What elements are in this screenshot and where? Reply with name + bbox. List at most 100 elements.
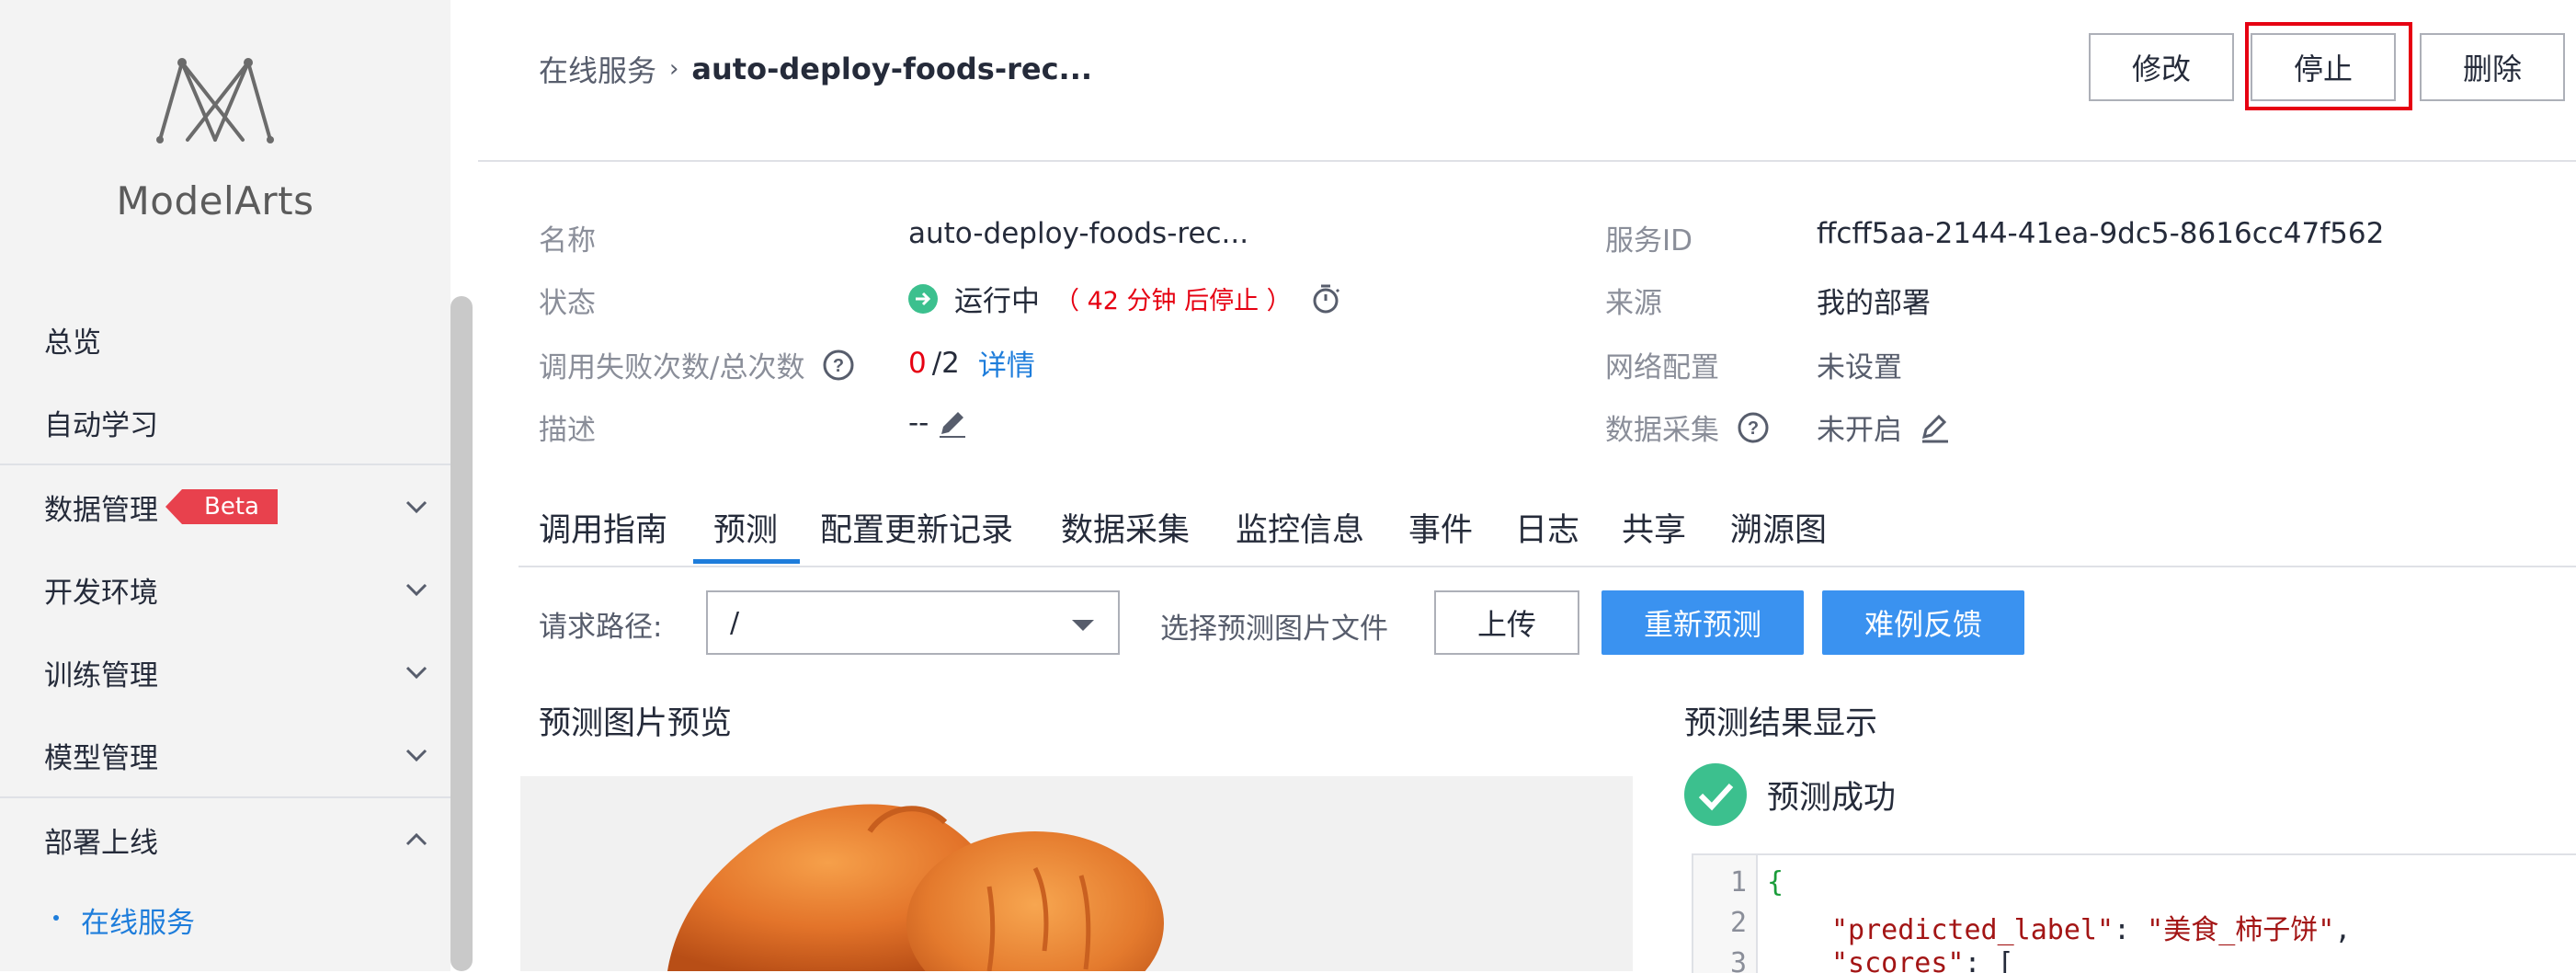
upload-button[interactable]: 上传 xyxy=(1434,590,1579,655)
code-line: "predicted_label": "美食_柿子饼", xyxy=(1831,907,2351,947)
tab-lineage[interactable]: 溯源图 xyxy=(1730,504,1827,551)
description-row: -- xyxy=(908,406,969,440)
active-dot xyxy=(53,915,59,921)
hard-example-feedback-button[interactable]: 难例反馈 xyxy=(1822,590,2024,655)
json-colon: : xyxy=(2114,914,2148,946)
name-label: 名称 xyxy=(539,224,596,258)
sidebar-scrollbar[interactable] xyxy=(450,296,473,971)
code-line: "scores": [ xyxy=(1831,947,2014,973)
description-value: -- xyxy=(908,406,929,440)
chevron-down-icon[interactable] xyxy=(401,491,432,522)
sidebar-item-label: 数据管理 xyxy=(44,493,158,527)
calls-label: 调用失败次数/总次数 xyxy=(539,351,805,384)
modelarts-logo xyxy=(154,57,276,143)
json-value: "美食_柿子饼" xyxy=(2147,914,2335,946)
json-comma: , xyxy=(2334,914,2352,946)
data-collection-value: 未开启 xyxy=(1817,414,1902,447)
source-value: 我的部署 xyxy=(1817,287,1931,320)
sidebar-item-dev-environment[interactable]: 开发环境 xyxy=(0,548,450,631)
line-number: 1 xyxy=(1729,866,1747,899)
running-icon xyxy=(908,283,938,314)
preview-title: 预测图片预览 xyxy=(539,705,733,742)
timer-icon[interactable] xyxy=(1310,283,1341,315)
sidebar-subitem-label: 在线服务 xyxy=(81,907,195,940)
status-text: 运行中 xyxy=(954,285,1040,318)
prediction-image-preview xyxy=(520,776,1633,971)
data-collection-label: 数据采集 xyxy=(1605,414,1719,447)
tab-config-history[interactable]: 配置更新记录 xyxy=(820,504,1013,551)
sidebar-item-label: 开发环境 xyxy=(44,576,158,610)
breadcrumb-parent[interactable]: 在线服务 xyxy=(539,48,656,90)
sidebar-item-deployment[interactable]: 部署上线 xyxy=(0,798,450,881)
delete-button[interactable]: 删除 xyxy=(2420,33,2565,101)
service-id-label: 服务ID xyxy=(1605,224,1693,258)
code-line: { xyxy=(1767,866,1784,899)
success-check-icon xyxy=(1684,763,1747,826)
tab-share[interactable]: 共享 xyxy=(1622,504,1686,551)
tab-data-collection[interactable]: 数据采集 xyxy=(1061,504,1190,551)
sidebar: ModelArts 总览 自动学习 数据管理 Beta 开发环境 训练管理 模型… xyxy=(0,0,450,971)
calls-detail-link[interactable]: 详情 xyxy=(978,342,1035,383)
file-select-label: 选择预测图片文件 xyxy=(1160,612,1388,646)
help-icon[interactable]: ? xyxy=(1738,412,1769,443)
json-bracket: [ xyxy=(1997,947,2014,973)
line-number: 3 xyxy=(1729,947,1747,973)
tab-predict[interactable]: 预测 xyxy=(713,504,778,551)
edit-button[interactable]: 修改 xyxy=(2089,33,2234,101)
caret-down-icon xyxy=(1072,620,1094,631)
result-json-viewer[interactable]: 1 2 3 { "predicted_label": "美食_柿子饼", "sc… xyxy=(1692,853,2576,973)
brand-name: ModelArts xyxy=(116,178,314,223)
help-icon[interactable]: ? xyxy=(823,349,854,381)
json-key: "scores" xyxy=(1831,947,1965,973)
tab-call-guide[interactable]: 调用指南 xyxy=(539,504,667,551)
json-key: "predicted_label" xyxy=(1831,914,2114,946)
sidebar-item-label: 模型管理 xyxy=(44,741,158,775)
data-collection-row: 未开启 xyxy=(1817,406,1952,448)
status-label: 状态 xyxy=(539,287,596,320)
tabs-divider xyxy=(519,566,2576,567)
line-number: 2 xyxy=(1729,907,1747,939)
prediction-status: 预测成功 xyxy=(1684,763,1896,826)
tab-events[interactable]: 事件 xyxy=(1408,504,1473,551)
breadcrumb-separator-icon: › xyxy=(669,55,679,83)
sidebar-item-label: 总览 xyxy=(44,326,101,360)
active-tab-indicator xyxy=(693,559,800,564)
edit-pencil-icon[interactable] xyxy=(1919,411,1952,444)
header-divider xyxy=(478,160,2576,162)
repredict-button[interactable]: 重新预测 xyxy=(1601,590,1804,655)
stop-button-highlight xyxy=(2245,22,2412,110)
tab-logs[interactable]: 日志 xyxy=(1515,504,1579,551)
json-colon: : xyxy=(1964,947,1998,973)
calls-failed: 0 xyxy=(908,346,927,380)
edit-pencil-icon[interactable] xyxy=(936,406,969,440)
chevron-down-icon[interactable] xyxy=(401,657,432,688)
network-label: 网络配置 xyxy=(1605,351,1719,384)
data-collection-label-row: 数据采集 ? xyxy=(1605,406,1769,448)
request-path-label: 请求路径: xyxy=(539,611,663,644)
sidebar-item-data-management[interactable]: 数据管理 Beta xyxy=(0,465,450,548)
sidebar-item-model-management[interactable]: 模型管理 xyxy=(0,714,450,796)
network-value: 未设置 xyxy=(1817,351,1902,384)
chevron-up-icon[interactable] xyxy=(401,824,432,855)
breadcrumb-current: auto-deploy-foods-rec... xyxy=(691,52,1093,86)
request-path-value: / xyxy=(730,607,740,639)
svg-text:?: ? xyxy=(833,356,844,376)
calls-value-row: 0 /2 详情 xyxy=(908,342,1035,383)
sidebar-item-overview[interactable]: 总览 xyxy=(0,298,450,381)
auto-stop-note: （ 42 分钟 后停止 ） xyxy=(1054,287,1292,315)
source-label: 来源 xyxy=(1605,287,1662,320)
calls-total: /2 xyxy=(931,346,960,380)
chevron-down-icon[interactable] xyxy=(401,739,432,771)
sidebar-item-auto-learning[interactable]: 自动学习 xyxy=(0,381,450,464)
result-title: 预测结果显示 xyxy=(1684,705,1878,742)
sidebar-item-label: 部署上线 xyxy=(44,826,158,860)
sidebar-item-training[interactable]: 训练管理 xyxy=(0,631,450,714)
svg-text:?: ? xyxy=(1748,418,1759,439)
calls-label-row: 调用失败次数/总次数 ? xyxy=(539,344,854,385)
request-path-select[interactable]: / xyxy=(706,590,1120,655)
tab-monitoring[interactable]: 监控信息 xyxy=(1236,504,1364,551)
sidebar-item-label: 自动学习 xyxy=(44,408,158,442)
sidebar-subitem-online-service[interactable]: 在线服务 xyxy=(53,899,195,941)
sidebar-item-label: 训练管理 xyxy=(44,658,158,693)
chevron-down-icon[interactable] xyxy=(401,574,432,605)
